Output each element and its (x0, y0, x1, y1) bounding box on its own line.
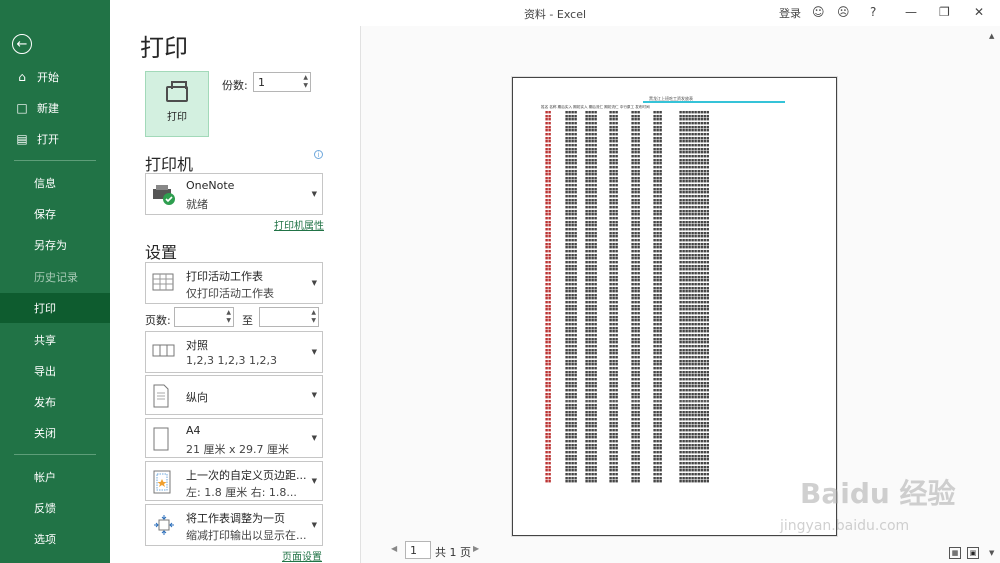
excel-print-view: ← ⌂ 开始 □ 新建 ▤ 打开 信息 保存 另存为 历史记录 打印 共享 导出… (0, 0, 1000, 563)
sidebar-item-new[interactable]: □ 新建 (0, 93, 110, 123)
zoom-to-page-icon[interactable]: ▣ (967, 547, 979, 559)
restore-icon[interactable]: ❐ (939, 5, 950, 19)
info-icon[interactable]: i (314, 150, 323, 159)
home-icon: ⌂ (18, 70, 26, 84)
page-title: 打印 (140, 34, 188, 62)
sidebar-item-account[interactable]: 帐户 (0, 462, 110, 492)
printer-properties-link[interactable]: 打印机属性 (274, 217, 324, 232)
stepper-arrows-icon[interactable]: ▲ ▼ (226, 309, 231, 325)
paper-size-dropdown[interactable]: A4 21 厘米 x 29.7 厘米 ▼ (145, 418, 323, 458)
collate-dropdown[interactable]: 对照 1,2,3 1,2,3 1,2,3 ▼ (145, 331, 323, 373)
worksheet-icon (152, 271, 174, 297)
orientation-dropdown[interactable]: 纵向 ▼ (145, 375, 323, 415)
sidebar-item-save[interactable]: 保存 (0, 199, 110, 229)
sidebar-item-options[interactable]: 选项 (0, 524, 110, 554)
printer-heading: 打印机 (145, 155, 194, 174)
copies-stepper[interactable]: 1 ▲ ▼ (253, 72, 311, 92)
sheet-title-underline (643, 101, 785, 103)
chevron-down-icon: ▼ (311, 434, 317, 442)
margins-dropdown[interactable]: 上一次的自定义页边距... 左: 1.8 厘米 右: 1.8... ▼ (145, 461, 323, 501)
printer-ready-icon (152, 182, 175, 208)
sidebar-item-close[interactable]: 关闭 (0, 418, 110, 448)
previous-page-icon[interactable]: ◀ (391, 544, 397, 553)
print-settings-panel: 打印 打印 份数: 1 ▲ ▼ 打印机 i OneNote 就绪 ▼ 打印机属性… (110, 26, 360, 563)
chevron-down-icon: ▼ (311, 391, 317, 399)
sidebar-item-save-as[interactable]: 另存为 (0, 230, 110, 260)
printer-dropdown[interactable]: OneNote 就绪 ▼ (145, 173, 323, 215)
pages-to-label: 至 (242, 314, 253, 327)
collate-icon (152, 340, 175, 366)
sidebar-divider (14, 454, 96, 455)
next-page-icon[interactable]: ▶ (473, 544, 479, 553)
print-scope-dropdown[interactable]: 打印活动工作表 仅打印活动工作表 ▼ (145, 262, 323, 304)
chevron-down-icon: ▼ (311, 521, 317, 529)
back-arrow-icon[interactable]: ← (12, 34, 32, 54)
title-bar: 资料 - Excel 登录 ☺ ☹ ? — ❐ ✕ (110, 0, 1000, 26)
chevron-down-icon: ▼ (311, 279, 317, 287)
chevron-down-icon: ▼ (311, 190, 317, 198)
minimize-icon[interactable]: — (905, 5, 917, 19)
scaling-dropdown[interactable]: 将工作表调整为一页 缩减打印输出以显示在... ▼ (145, 504, 323, 546)
page-setup-link[interactable]: 页面设置 (282, 548, 322, 563)
vertical-scrollbar[interactable]: ▲ ▼ (986, 26, 1000, 563)
sidebar-item-open[interactable]: ▤ 打开 (0, 124, 110, 154)
scroll-down-icon[interactable]: ▼ (989, 549, 994, 557)
frown-feedback-icon[interactable]: ☹ (837, 5, 850, 19)
scroll-up-icon[interactable]: ▲ (989, 32, 994, 40)
smile-feedback-icon[interactable]: ☺ (812, 5, 825, 19)
fit-to-page-icon (152, 513, 174, 539)
sidebar-item-publish[interactable]: 发布 (0, 387, 110, 417)
sidebar-divider (14, 160, 96, 161)
pages-from-input[interactable]: ▲ ▼ (174, 307, 234, 327)
stepper-arrows-icon[interactable]: ▲ ▼ (311, 309, 316, 325)
close-window-icon[interactable]: ✕ (974, 5, 984, 19)
sidebar-item-share[interactable]: 共享 (0, 325, 110, 355)
watermark-brand: Baidu 经验 (800, 477, 956, 510)
sidebar-item-print[interactable]: 打印 (0, 293, 110, 323)
sidebar-item-info[interactable]: 信息 (0, 168, 110, 198)
chevron-down-icon: ▼ (311, 477, 317, 485)
print-button[interactable]: 打印 (145, 71, 209, 137)
total-pages: 共 1 页 (435, 546, 471, 559)
chevron-down-icon: ▼ (311, 348, 317, 356)
help-icon[interactable]: ? (870, 5, 876, 19)
window-title: 资料 - Excel (523, 8, 587, 21)
copies-label: 份数: (222, 79, 248, 92)
stepper-arrows-icon[interactable]: ▲ ▼ (303, 74, 308, 90)
current-page-input[interactable]: 1 (405, 541, 431, 559)
new-document-icon: □ (16, 101, 28, 115)
paper-icon (152, 427, 174, 453)
open-folder-icon: ▤ (16, 132, 28, 146)
printer-icon (166, 80, 188, 102)
sidebar-item-history[interactable]: 历史记录 (0, 262, 110, 292)
sidebar-item-feedback[interactable]: 反馈 (0, 493, 110, 523)
print-button-label: 打印 (167, 111, 187, 123)
baidu-watermark: Baidu 经验 jingyan.baidu.com (770, 452, 960, 552)
login-link[interactable]: 登录 (779, 5, 801, 21)
pages-label: 页数: (145, 314, 171, 327)
backstage-sidebar: ← ⌂ 开始 □ 新建 ▤ 打开 信息 保存 另存为 历史记录 打印 共享 导出… (0, 0, 110, 563)
portrait-page-icon (152, 384, 174, 410)
settings-heading: 设置 (145, 243, 178, 262)
sidebar-item-export[interactable]: 导出 (0, 356, 110, 386)
watermark-url: jingyan.baidu.com (780, 518, 910, 534)
pages-to-input[interactable]: ▲ ▼ (259, 307, 319, 327)
sidebar-item-home[interactable]: ⌂ 开始 (0, 62, 110, 92)
margins-icon (152, 470, 174, 496)
